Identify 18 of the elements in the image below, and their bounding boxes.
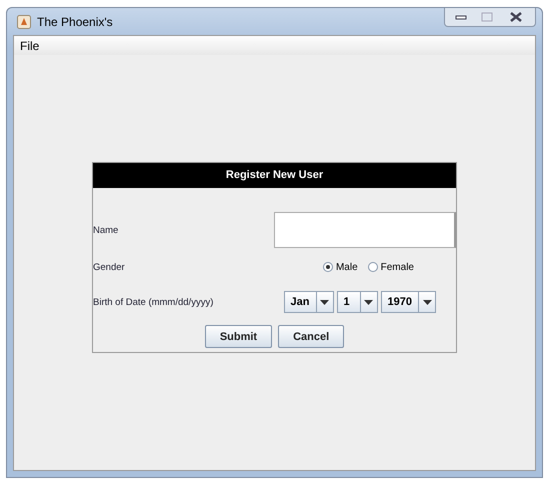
- field-label: Birth of Date (mmm/dd/yyyy): [93, 296, 214, 308]
- app-icon: [17, 14, 31, 28]
- button[interactable]: Cancel: [278, 325, 344, 348]
- dropdown[interactable]: 1970: [380, 291, 436, 313]
- menu-item[interactable]: File: [18, 38, 42, 52]
- name-field[interactable]: [274, 212, 456, 248]
- form-title: Register New User: [93, 163, 456, 188]
- caret-icon: [364, 300, 374, 304]
- window-title: The Phoenix's: [37, 14, 113, 28]
- field-label: Gender: [93, 262, 125, 272]
- caret-icon: [422, 300, 432, 304]
- radio-button[interactable]: Female: [368, 262, 414, 272]
- field-label: Name: [93, 224, 118, 236]
- button[interactable]: Submit: [204, 325, 272, 348]
- dropdown[interactable]: 1: [336, 291, 378, 313]
- caret-icon: [320, 300, 330, 304]
- radio-button[interactable]: Male: [322, 262, 358, 272]
- dropdown[interactable]: Jan: [284, 291, 334, 313]
